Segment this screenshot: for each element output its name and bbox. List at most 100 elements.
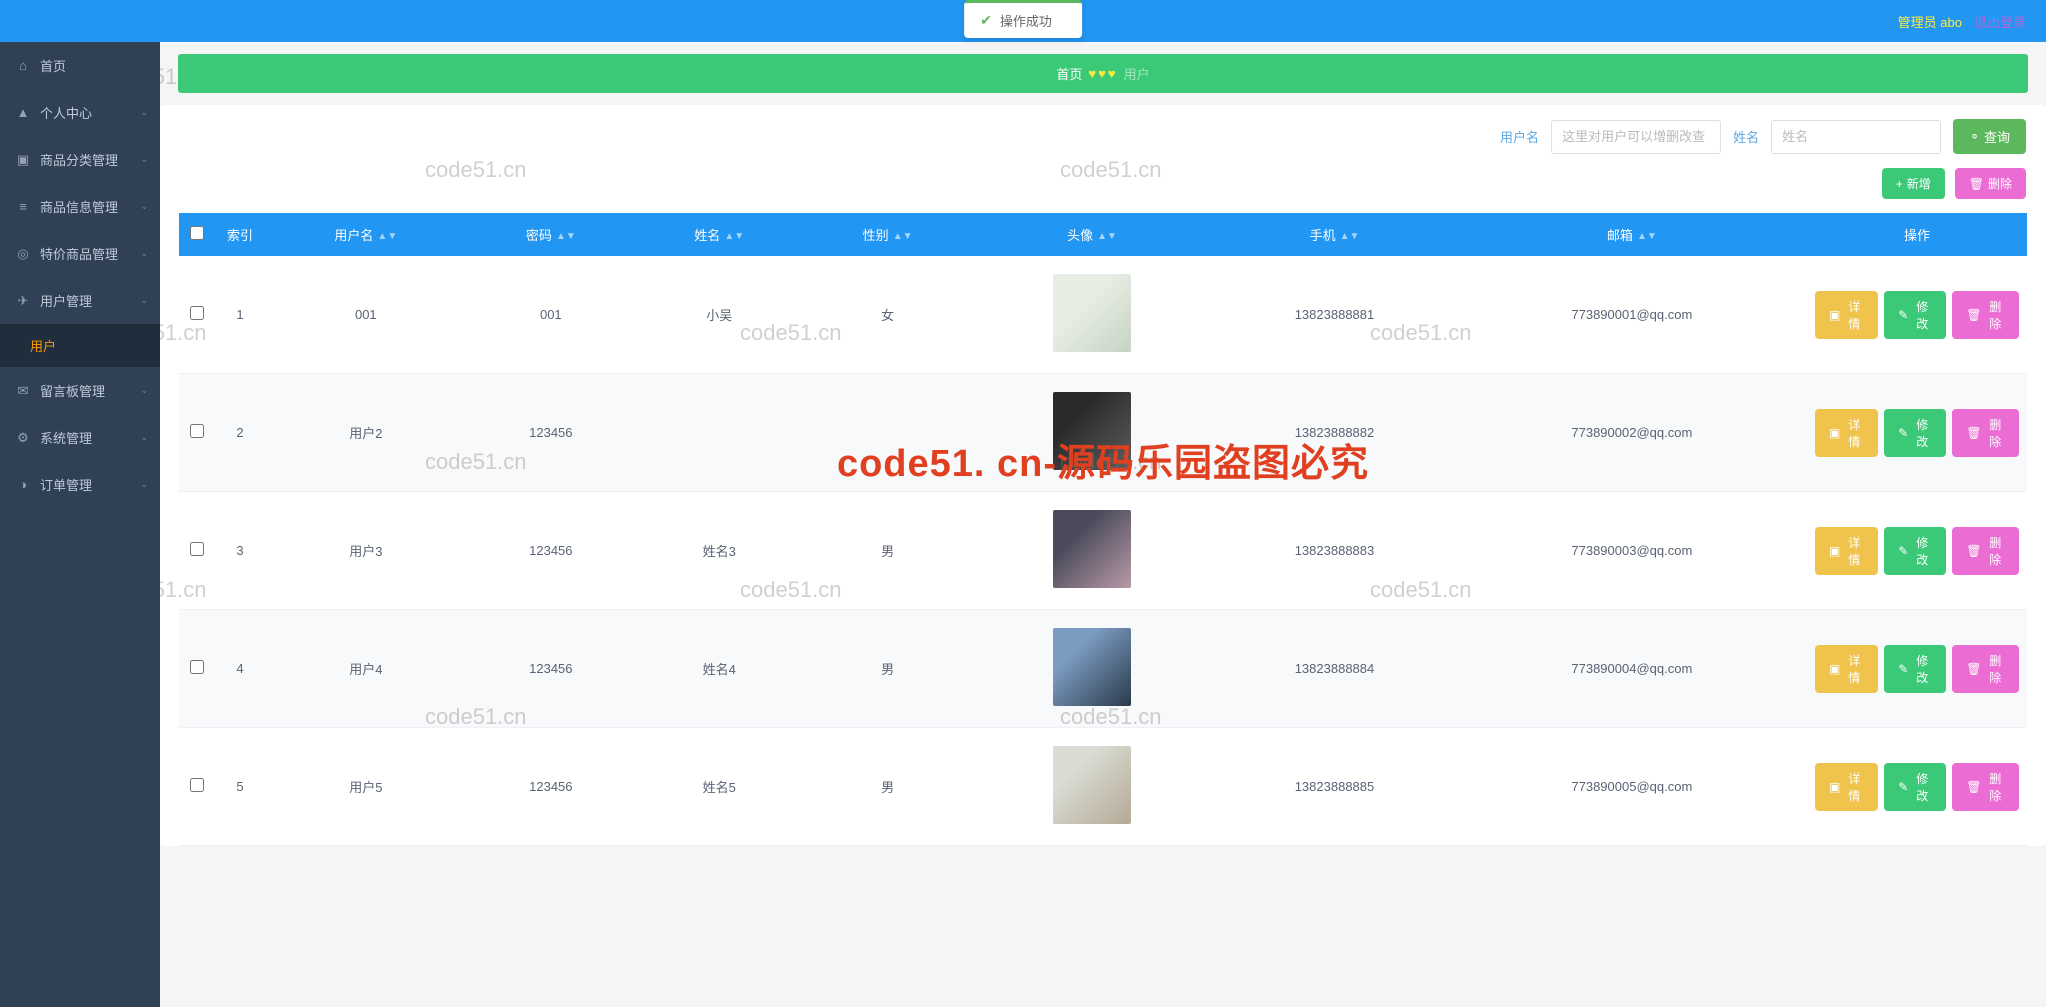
- trash-icon: 🗑: [1966, 426, 1981, 440]
- chevron-down-icon: ⌄: [140, 107, 148, 118]
- check-circle-icon: ✔: [980, 12, 992, 29]
- row-checkbox[interactable]: [190, 778, 204, 792]
- gear-icon: ⚙: [16, 430, 30, 446]
- detail-button[interactable]: ▣ 详情: [1815, 527, 1878, 575]
- username-input[interactable]: [1551, 120, 1721, 154]
- row-checkbox[interactable]: [190, 542, 204, 556]
- sidebar-item-profile[interactable]: ▲ 个人中心 ⌄: [0, 89, 160, 136]
- sidebar-item-label: 商品分类管理: [40, 150, 118, 169]
- cell-email: 773890004@qq.com: [1457, 610, 1807, 728]
- row-delete-button[interactable]: 🗑 删除: [1952, 645, 2019, 693]
- edit-button[interactable]: ✎ 修改: [1884, 291, 1946, 339]
- order-icon: ◑: [16, 477, 30, 492]
- delete-button[interactable]: 🗑 删除: [1955, 168, 2026, 199]
- trash-icon: 🗑: [1966, 308, 1981, 322]
- cell-password: 001: [467, 256, 635, 374]
- th-username[interactable]: 用户名▲▼: [265, 213, 467, 256]
- sidebar-item-message[interactable]: ✉ 留言板管理 ⌄: [0, 367, 160, 414]
- add-button[interactable]: + 新增: [1882, 168, 1945, 199]
- detail-icon: ▣: [1829, 308, 1840, 322]
- cell-password: 123456: [467, 492, 635, 610]
- th-index[interactable]: 索引: [215, 213, 265, 256]
- edit-icon: ✎: [1898, 662, 1908, 676]
- sidebar-item-label: 特价商品管理: [40, 244, 118, 263]
- detail-button[interactable]: ▣ 详情: [1815, 645, 1878, 693]
- cell-name: 姓名3: [635, 492, 803, 610]
- sidebar-item-label: 商品信息管理: [40, 197, 118, 216]
- sidebar-item-users[interactable]: ✈ 用户管理 ⌄: [0, 277, 160, 324]
- row-delete-button[interactable]: 🗑 删除: [1952, 763, 2019, 811]
- sort-icon: ▲▼: [724, 234, 744, 240]
- cell-email: 773890005@qq.com: [1457, 728, 1807, 846]
- detail-icon: ▣: [1829, 426, 1840, 440]
- th-avatar[interactable]: 头像▲▼: [972, 213, 1213, 256]
- row-checkbox[interactable]: [190, 660, 204, 674]
- row-delete-button[interactable]: 🗑 删除: [1952, 527, 2019, 575]
- th-name[interactable]: 姓名▲▼: [635, 213, 803, 256]
- message-icon: ✉: [16, 383, 30, 399]
- sidebar-item-order[interactable]: ◑ 订单管理 ⌄: [0, 461, 160, 508]
- chevron-down-icon: ⌄: [140, 295, 148, 306]
- admin-label[interactable]: 管理员 abo: [1898, 12, 1962, 31]
- cell-avatar: [972, 610, 1213, 728]
- sidebar: ⌂ 首页 ▲ 个人中心 ⌄ ▣ 商品分类管理 ⌄ ≡ 商品信息管理 ⌄ ◎ 特价…: [0, 42, 160, 1007]
- select-all-checkbox[interactable]: [190, 226, 204, 240]
- avatar: [1053, 510, 1131, 588]
- sidebar-item-home[interactable]: ⌂ 首页: [0, 42, 160, 89]
- chevron-down-icon: ⌄: [140, 248, 148, 259]
- th-password[interactable]: 密码▲▼: [467, 213, 635, 256]
- main-content: code51.cn code51.cn code51.cn code51.cn …: [160, 42, 2046, 1007]
- cell-username: 用户2: [265, 374, 467, 492]
- th-email[interactable]: 邮箱▲▼: [1457, 213, 1807, 256]
- table-header-row: 索引 用户名▲▼ 密码▲▼ 姓名▲▼ 性别▲▼ 头像▲▼ 手机▲▼ 邮箱▲▼ 操…: [179, 213, 2027, 256]
- sidebar-item-product[interactable]: ≡ 商品信息管理 ⌄: [0, 183, 160, 230]
- row-delete-button[interactable]: 🗑 删除: [1952, 409, 2019, 457]
- chevron-down-icon: ⌄: [140, 154, 148, 165]
- cell-avatar: [972, 492, 1213, 610]
- breadcrumb-home[interactable]: 首页: [1056, 64, 1082, 83]
- detail-icon: ▣: [1829, 544, 1840, 558]
- sort-icon: ▲▼: [377, 234, 397, 240]
- detail-button[interactable]: ▣ 详情: [1815, 291, 1878, 339]
- hearts-icon: ♥♥♥: [1088, 66, 1117, 81]
- edit-button[interactable]: ✎ 修改: [1884, 527, 1946, 575]
- avatar: [1053, 392, 1131, 470]
- sidebar-subitem-user[interactable]: 用户: [0, 324, 160, 367]
- table-row: 5 用户5 123456 姓名5 男 13823888885 773890005…: [179, 728, 2027, 846]
- action-row: + 新增 🗑 删除: [160, 168, 2046, 213]
- th-gender[interactable]: 性别▲▼: [803, 213, 971, 256]
- sidebar-item-category[interactable]: ▣ 商品分类管理 ⌄: [0, 136, 160, 183]
- cell-username: 用户4: [265, 610, 467, 728]
- edit-button[interactable]: ✎ 修改: [1884, 645, 1946, 693]
- logout-link[interactable]: 退出登录: [1974, 12, 2026, 31]
- edit-button[interactable]: ✎ 修改: [1884, 763, 1946, 811]
- avatar: [1053, 274, 1131, 352]
- th-ops: 操作: [1807, 213, 2027, 256]
- edit-button[interactable]: ✎ 修改: [1884, 409, 1946, 457]
- th-phone[interactable]: 手机▲▼: [1212, 213, 1456, 256]
- row-checkbox[interactable]: [190, 306, 204, 320]
- th-checkbox: [179, 213, 215, 256]
- cell-ops: ▣ 详情 ✎ 修改 🗑 删除: [1807, 256, 2027, 374]
- detail-button[interactable]: ▣ 详情: [1815, 763, 1878, 811]
- cell-phone: 13823888885: [1212, 728, 1456, 846]
- cell-ops: ▣ 详情 ✎ 修改 🗑 删除: [1807, 728, 2027, 846]
- detail-button[interactable]: ▣ 详情: [1815, 409, 1878, 457]
- cell-gender: [803, 374, 971, 492]
- row-delete-button[interactable]: 🗑 删除: [1952, 291, 2019, 339]
- cell-ops: ▣ 详情 ✎ 修改 🗑 删除: [1807, 374, 2027, 492]
- cell-avatar: [972, 374, 1213, 492]
- row-checkbox[interactable]: [190, 424, 204, 438]
- edit-icon: ✎: [1898, 544, 1908, 558]
- sidebar-item-special[interactable]: ◎ 特价商品管理 ⌄: [0, 230, 160, 277]
- cell-gender: 男: [803, 728, 971, 846]
- breadcrumb-current: 用户: [1124, 64, 1150, 83]
- name-input[interactable]: [1771, 120, 1941, 154]
- cell-gender: 男: [803, 492, 971, 610]
- plus-icon: +: [1896, 177, 1903, 191]
- sidebar-item-system[interactable]: ⚙ 系统管理 ⌄: [0, 414, 160, 461]
- sort-icon: ▲▼: [556, 234, 576, 240]
- query-button[interactable]: ⚬ 查询: [1953, 119, 2026, 154]
- cell-password: 123456: [467, 728, 635, 846]
- cell-name: 姓名5: [635, 728, 803, 846]
